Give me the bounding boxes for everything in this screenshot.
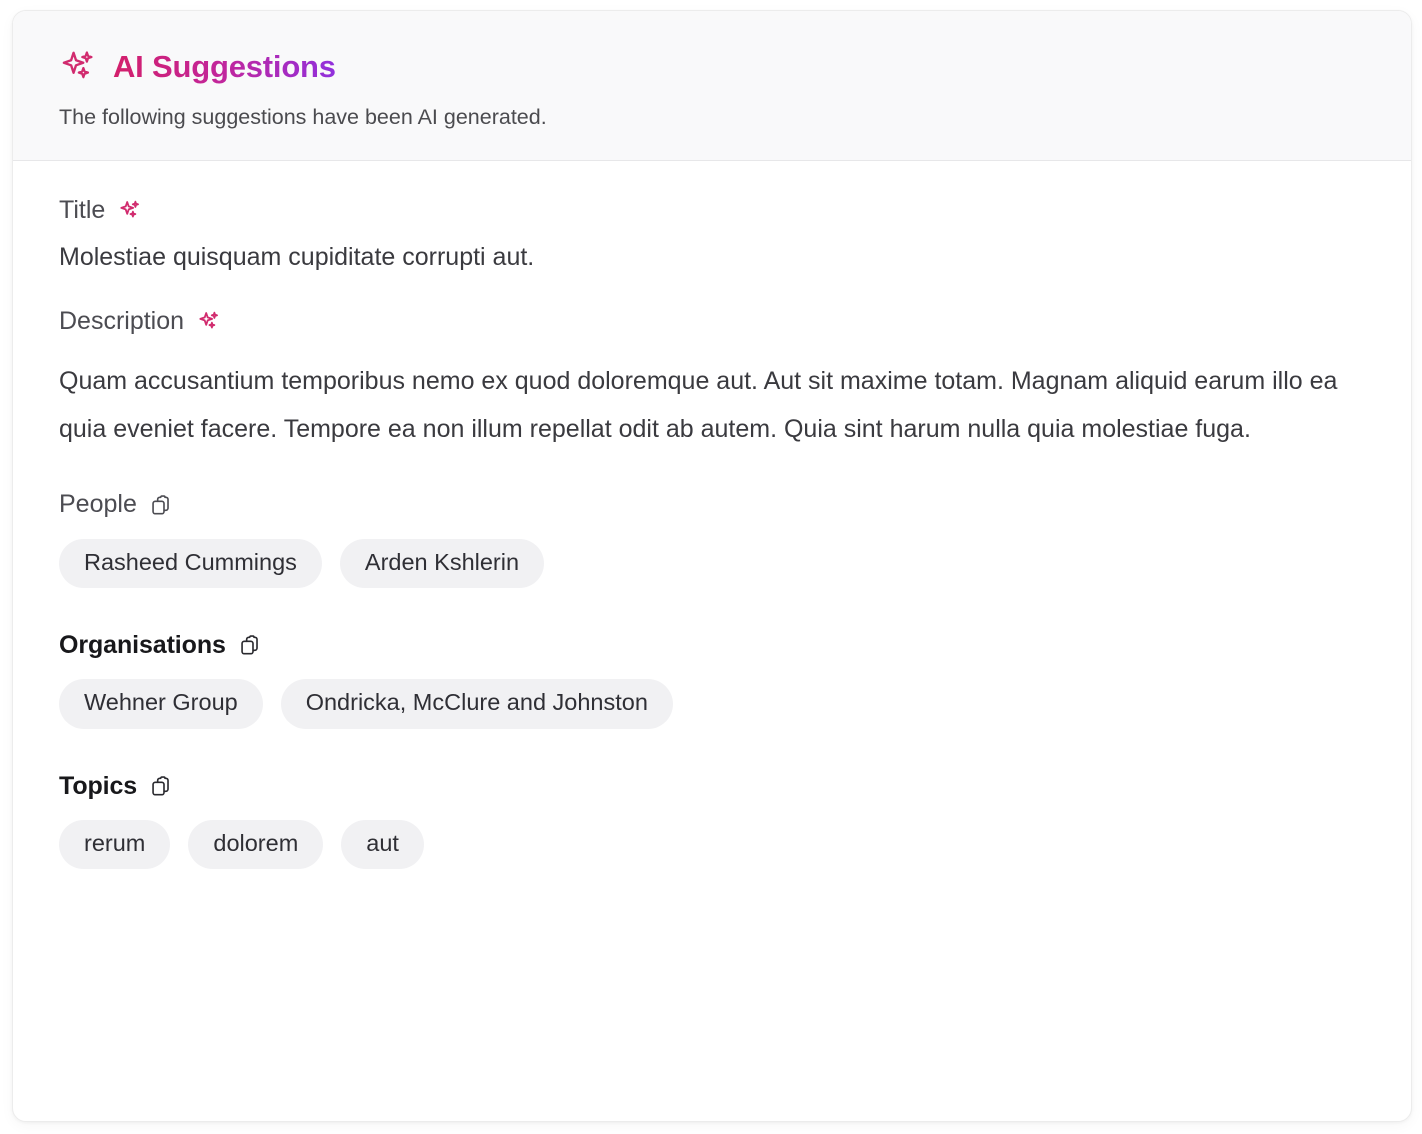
- tag[interactable]: aut: [341, 819, 424, 870]
- tag[interactable]: rerum: [59, 819, 171, 870]
- field-description: Description Quam accusantium temporibus …: [59, 306, 1365, 453]
- sparkles-icon: [62, 51, 93, 79]
- copy-icon[interactable]: [150, 494, 173, 517]
- field-people-label: People: [59, 490, 137, 519]
- header-subtitle: The following suggestions have been AI g…: [59, 105, 547, 129]
- sparkles-icon: [120, 200, 140, 218]
- tag[interactable]: Rasheed Cummings: [59, 538, 322, 589]
- field-title-value: Molestiae quisquam cupiditate corrupti a…: [59, 243, 535, 272]
- field-people-label-row: People: [59, 489, 1365, 520]
- copy-icon[interactable]: [150, 775, 173, 798]
- header-title-row: AI Suggestions: [59, 47, 1365, 87]
- field-title: Title Molestiae quisquam cupiditate corr…: [59, 195, 1365, 270]
- field-people: People Rasheed Cummings Arden Kshlerin: [59, 489, 1365, 589]
- field-organisations-label-row: Organisations: [59, 630, 1365, 661]
- field-title-label-row: Title: [59, 195, 1365, 226]
- field-topics: Topics rerum dolorem aut: [59, 771, 1365, 870]
- tag[interactable]: Ondricka, McClure and Johnston: [280, 679, 673, 729]
- field-organisations-label: Organisations: [59, 631, 226, 660]
- field-description-value: Quam accusantium temporibus nemo ex quod…: [59, 367, 1338, 444]
- copy-icon[interactable]: [239, 634, 262, 657]
- field-organisations: Organisations Wehner Group Ondricka, McC…: [59, 630, 1365, 729]
- card-header: AI Suggestions The following suggestions…: [13, 11, 1411, 161]
- field-description-label: Description: [59, 307, 185, 336]
- tag[interactable]: dolorem: [188, 819, 324, 870]
- tag[interactable]: Arden Kshlerin: [339, 538, 545, 589]
- field-topics-label-row: Topics: [59, 771, 1365, 802]
- tag[interactable]: Wehner Group: [59, 679, 263, 729]
- card-body: Title Molestiae quisquam cupiditate corr…: [13, 161, 1411, 909]
- field-people-tags: Rasheed Cummings Arden Kshlerin: [59, 538, 1365, 589]
- field-topics-label: Topics: [59, 771, 138, 800]
- page-title: AI Suggestions: [113, 48, 336, 84]
- field-description-label-row: Description: [59, 306, 1365, 337]
- field-topics-tags: rerum dolorem aut: [59, 819, 1365, 870]
- field-organisations-tags: Wehner Group Ondricka, McClure and Johns…: [59, 679, 1365, 729]
- sparkles-icon: [199, 311, 219, 329]
- ai-suggestions-card: AI Suggestions The following suggestions…: [12, 10, 1412, 1122]
- field-title-label: Title: [59, 195, 106, 224]
